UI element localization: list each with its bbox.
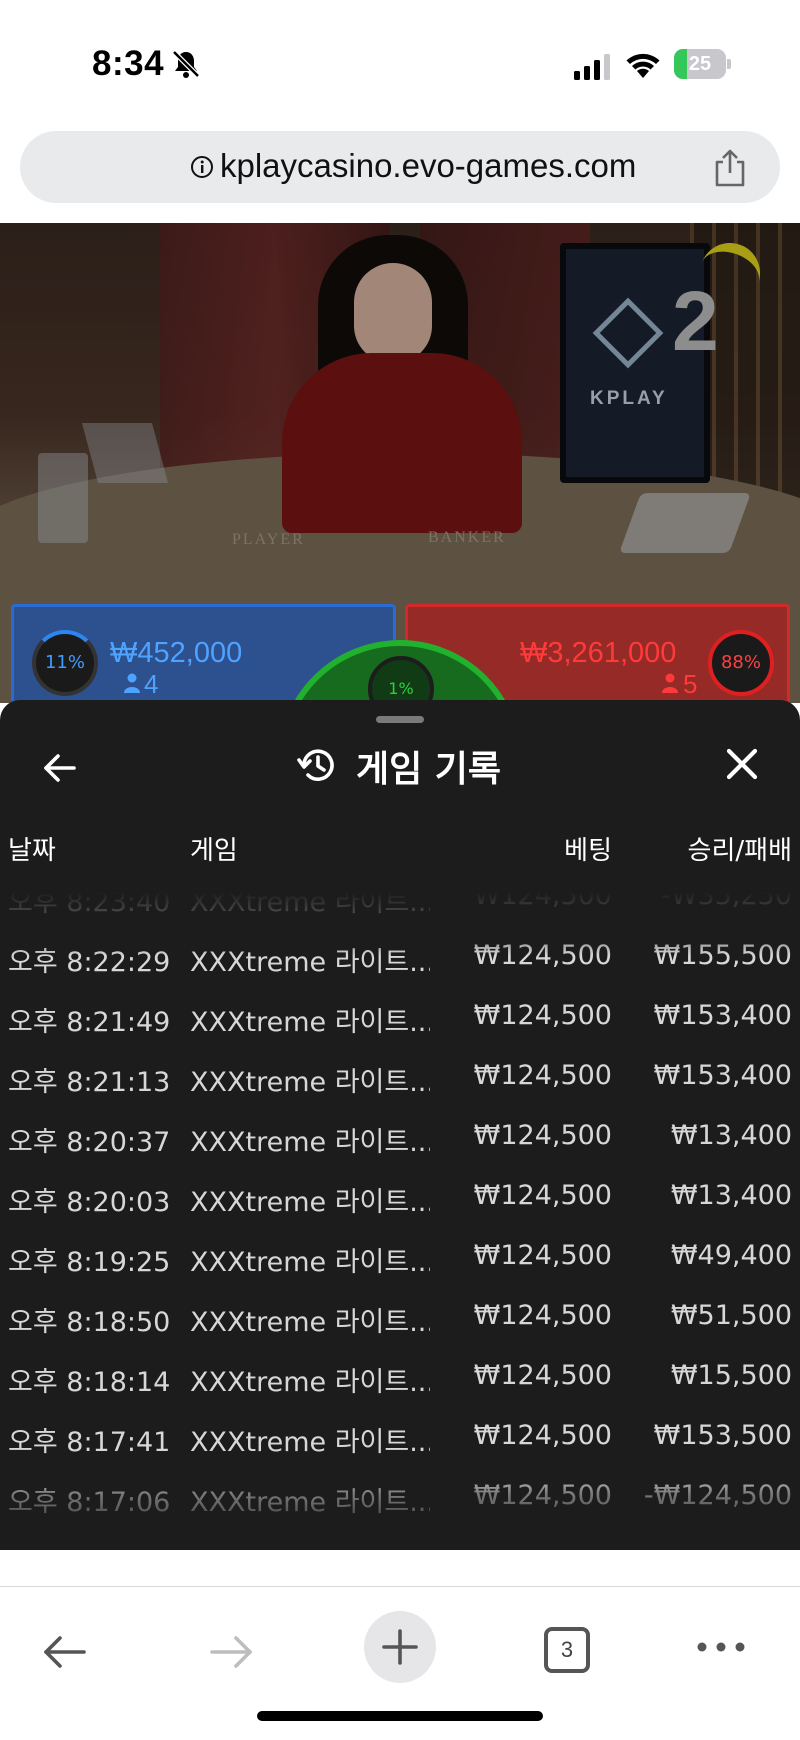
row-win-loss: ₩153,500	[653, 1420, 792, 1451]
row-game: XXXtreme 라이트...	[190, 1127, 430, 1158]
column-header-date: 날짜	[8, 836, 56, 866]
player-bet-amount: ₩452,000	[110, 637, 243, 669]
banker-bettor-count: 5	[683, 669, 698, 699]
row-date: 오후 8:17:06	[8, 1487, 171, 1518]
player-bettor-count: 4	[144, 669, 159, 699]
history-row[interactable]: 오후 8:22:29 XXXtreme 라이트... ₩124,500 ₩155,50…	[0, 928, 800, 988]
history-icon	[297, 749, 334, 781]
row-date: 오후 8:21:13	[8, 1067, 171, 1098]
row-date: 오후 8:21:49	[8, 1007, 171, 1038]
history-row[interactable]: 오후 8:23:40 XXXtreme 라이트... ₩124,500 -₩35,25…	[0, 876, 800, 928]
row-date: 오후 8:23:40	[8, 887, 171, 918]
row-date: 오후 8:22:29	[8, 947, 171, 978]
row-win-loss: ₩51,500	[670, 1300, 792, 1331]
column-header-win-loss: 승리/패배	[687, 836, 792, 866]
row-win-loss: ₩49,400	[670, 1240, 792, 1271]
banker-bet-amount: ₩3,261,000	[520, 637, 677, 669]
row-win-loss: ₩155,500	[653, 940, 792, 971]
row-game: XXXtreme 라이트...	[190, 1487, 430, 1518]
history-row[interactable]: 오후 8:17:41 XXXtreme 라이트... ₩124,500 ₩153,50…	[0, 1408, 800, 1468]
row-game: XXXtreme 라이트...	[190, 1187, 430, 1218]
row-win-loss: ₩15,500	[670, 1360, 792, 1391]
sheet-grabber[interactable]	[376, 716, 424, 723]
wifi-icon	[626, 53, 660, 78]
history-table-header: 날짜 게임 베팅 승리/패배	[0, 830, 800, 876]
tab-switcher-button[interactable]: 3	[544, 1627, 590, 1673]
game-history-sheet: 게임 기록 날짜 게임 베팅 승리/패배 오후 8:24:15XXXtreme …	[0, 700, 800, 1550]
row-game: XXXtreme 라이트...	[190, 1067, 430, 1098]
battery-percent: 25	[688, 53, 712, 75]
plus-icon	[382, 1629, 418, 1665]
row-win-loss: ₩13,400	[670, 1120, 792, 1151]
history-table-body[interactable]: 오후 8:24:15XXXtreme 라이트...₩124,500₩13,400…	[0, 876, 800, 1550]
row-game: XXXtreme 라이트...	[190, 1007, 430, 1038]
row-game: XXXtreme 라이트...	[190, 1247, 430, 1278]
history-row[interactable]: 오후 8:18:50 XXXtreme 라이트... ₩124,500 ₩51,500	[0, 1288, 800, 1348]
player-percent-ring: 11%	[32, 630, 98, 696]
new-tab-button[interactable]	[364, 1611, 436, 1683]
battery-charging-icon: 25	[674, 49, 731, 79]
row-bet: ₩124,500	[473, 880, 612, 911]
row-win-loss: ₩13,400	[670, 1180, 792, 1211]
history-row[interactable]: 오후 8:21:13 XXXtreme 라이트... ₩124,500 ₩153,40…	[0, 1048, 800, 1108]
row-bet: ₩124,500	[473, 1420, 612, 1451]
history-row[interactable]: 오후 8:17:06 XXXtreme 라이트... ₩124,500 -₩124,5…	[0, 1468, 800, 1528]
person-icon	[124, 673, 140, 693]
row-date: 오후 8:19:25	[8, 1247, 171, 1278]
row-bet: ₩124,500	[473, 1480, 612, 1511]
row-win-loss: -₩35,250	[661, 880, 792, 911]
browser-forward-icon[interactable]	[206, 1627, 256, 1677]
cellular-signal-icon	[574, 54, 610, 80]
column-header-game: 게임	[190, 836, 238, 866]
history-row[interactable]: 오후 8:20:37 XXXtreme 라이트... ₩124,500 ₩13,400	[0, 1108, 800, 1168]
url-text[interactable]: kplaycasino.evo-games.com	[220, 147, 636, 185]
home-indicator[interactable]	[257, 1711, 543, 1721]
more-options-icon[interactable]	[696, 1637, 746, 1657]
row-bet: ₩124,500	[473, 1000, 612, 1031]
row-bet: ₩124,500	[473, 1120, 612, 1151]
row-bet: ₩124,500	[473, 1060, 612, 1091]
row-win-loss: ₩153,400	[653, 1000, 792, 1031]
row-date: 오후 8:18:14	[8, 1367, 171, 1398]
back-arrow-icon[interactable]	[40, 748, 80, 788]
status-time: 8:34	[92, 44, 165, 83]
row-date: 오후 8:17:41	[8, 1427, 171, 1458]
info-icon[interactable]	[190, 155, 214, 179]
row-win-loss: ₩153,400	[653, 1060, 792, 1091]
column-header-bet: 베팅	[564, 836, 612, 866]
close-icon[interactable]	[722, 744, 762, 784]
row-date: 오후 8:20:37	[8, 1127, 171, 1158]
row-bet: ₩124,500	[473, 1300, 612, 1331]
row-game: XXXtreme 라이트...	[190, 1307, 430, 1338]
row-game: XXXtreme 라이트...	[190, 1427, 430, 1458]
address-bar[interactable]: kplaycasino.evo-games.com	[20, 131, 780, 203]
status-bar: 8:34 25	[0, 0, 800, 120]
history-row[interactable]: 오후 8:21:49 XXXtreme 라이트... ₩124,500 ₩153,40…	[0, 988, 800, 1048]
history-row[interactable]: 오후 8:20:03 XXXtreme 라이트... ₩124,500 ₩13,400	[0, 1168, 800, 1228]
browser-back-icon[interactable]	[40, 1627, 90, 1677]
history-row[interactable]: 오후 8:18:14 XXXtreme 라이트... ₩124,500 ₩15,500	[0, 1348, 800, 1408]
row-game: XXXtreme 라이트...	[190, 947, 430, 978]
share-icon[interactable]	[712, 149, 748, 187]
sheet-title: 게임 기록	[356, 749, 502, 790]
row-date: 오후 8:18:50	[8, 1307, 171, 1338]
browser-toolbar: 3	[0, 1586, 800, 1740]
row-bet: ₩124,500	[473, 1240, 612, 1271]
bet-totals-bar: 11% ₩452,000 4 ₩3,261,000 5 88% 1%	[0, 600, 800, 884]
row-date: 오후 8:20:03	[8, 1187, 171, 1218]
row-game: XXXtreme 라이트...	[190, 887, 430, 918]
bell-slash-icon	[172, 50, 200, 78]
person-icon	[662, 673, 678, 693]
row-bet: ₩124,500	[473, 1360, 612, 1391]
banker-percent-ring: 88%	[708, 630, 774, 696]
history-row[interactable]: 오후 8:19:25 XXXtreme 라이트... ₩124,500 ₩49,400	[0, 1228, 800, 1288]
row-win-loss: -₩124,500	[643, 1480, 792, 1511]
row-bet: ₩124,500	[473, 1180, 612, 1211]
row-bet: ₩124,500	[473, 940, 612, 971]
row-game: XXXtreme 라이트...	[190, 1367, 430, 1398]
